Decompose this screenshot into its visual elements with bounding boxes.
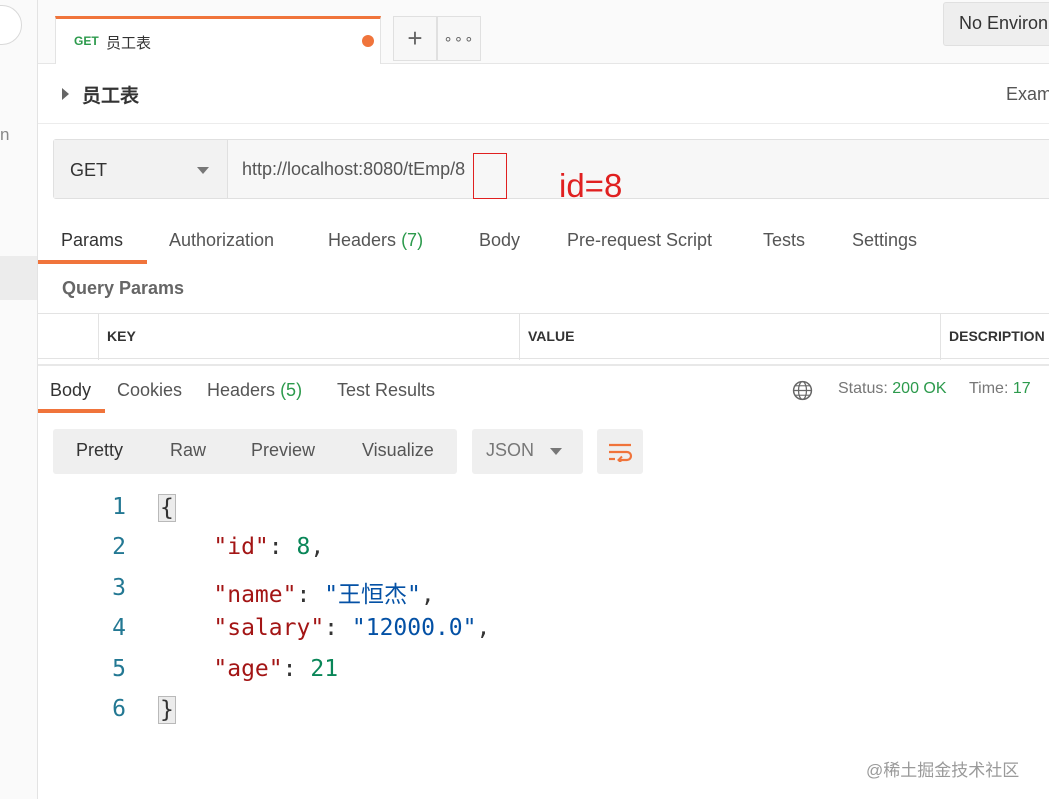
request-tabs: Params Authorization Headers (7) Body Pr… [38,222,1049,266]
code-text: "name": "王恒杰", [213,582,435,608]
tab-options-button[interactable]: ∘∘∘ [437,16,481,61]
code-line: 1 { [38,494,1049,534]
tab-authorization[interactable]: Authorization [169,230,274,251]
globe-icon[interactable] [792,380,813,401]
status-label: Status: [838,380,888,397]
method-select[interactable]: GET [54,140,228,198]
chevron-down-icon [197,167,209,174]
active-tab-indicator [38,260,147,264]
json-key: "id" [213,534,269,560]
column-header-value: VALUE [519,314,940,360]
tab-headers[interactable]: Headers (7) [328,230,423,251]
code-text: "id": 8, [213,534,325,560]
json-separator: , [310,534,325,560]
response-tab-headers-label: Headers [207,380,276,400]
json-separator: , [420,582,435,608]
code-line: 2 "id": 8, [38,534,1049,574]
query-params-table: KEY VALUE DESCRIPTION [38,313,1049,360]
response-tab-headers-count: (5) [280,380,303,400]
request-tab-name: 员工表 [106,35,152,52]
code-line: 3 "name": "王恒杰", [38,575,1049,615]
table-checkbox-column [38,314,98,360]
code-line: 5 "age": 21 [38,656,1049,696]
line-number: 2 [112,534,126,560]
request-tab[interactable]: GET 员工表 [55,16,381,64]
query-params-label: Query Params [62,278,185,298]
view-visualize[interactable]: Visualize [362,440,434,461]
code-text: { [158,494,176,522]
format-select-value: JSON [486,440,535,460]
caret-right-icon[interactable] [62,88,69,100]
response-tab-headers[interactable]: Headers (5) [207,380,302,401]
tab-headers-count: (7) [401,230,424,250]
method-select-value: GET [70,160,108,180]
json-key: "name" [213,582,297,608]
environment-selector[interactable]: No Environment [943,2,1049,46]
view-preview[interactable]: Preview [251,440,315,461]
tab-tests[interactable]: Tests [763,230,805,251]
tab-bar: GET 员工表 + ∘∘∘ No Environment [38,0,1049,64]
code-line: 4 "salary": "12000.0", [38,615,1049,655]
sidebar-selected-item[interactable] [0,256,37,300]
response-status: Status: 200 OK Time: 17 [838,380,1031,398]
wrap-lines-button[interactable] [597,429,643,474]
id-annotation: id=8 [559,167,623,204]
watermark: @稀土掘金技术社区 [866,761,1020,780]
view-raw[interactable]: Raw [170,440,206,461]
line-number: 6 [112,696,126,722]
new-tab-button[interactable]: + [393,16,437,61]
json-separator: , [476,615,491,641]
view-pretty[interactable]: Pretty [76,440,123,461]
request-title-row: 员工表 Exam [38,64,1049,124]
json-key: "age" [213,656,283,682]
unsaved-dot-icon [362,35,374,47]
matched-brace-open: { [158,494,176,522]
chevron-down-icon [550,448,562,455]
json-value: "王恒杰" [324,582,421,608]
line-number: 3 [112,575,126,601]
id-highlight-box [473,153,507,199]
line-number: 1 [112,494,126,520]
tab-headers-label: Headers [328,230,397,250]
line-number: 5 [112,656,126,682]
examples-link[interactable]: Exam [1006,84,1049,105]
response-tab-test-results[interactable]: Test Results [337,380,435,401]
active-response-tab-indicator [38,409,105,413]
response-body-code[interactable]: 1 { 2 "id": 8, 3 "name": "王恒杰", 4 "salar… [38,488,1049,738]
view-mode-bar: Pretty Raw Preview Visualize [53,429,457,474]
json-value: "12000.0" [351,615,477,641]
status-value: 200 OK [892,380,947,397]
column-header-key: KEY [98,314,520,360]
wrap-lines-icon [609,443,633,462]
request-title: 员工表 [82,86,140,107]
left-sidebar: n [0,0,38,799]
code-text: "salary": "12000.0", [213,615,491,641]
url-input[interactable] [228,140,1049,198]
code-text: "age": 21 [213,656,339,682]
sidebar-round-button[interactable] [0,5,22,45]
pane-splitter[interactable] [38,359,1049,366]
tab-prerequest-script[interactable]: Pre-request Script [567,230,712,251]
more-icon: ∘∘∘ [443,30,475,48]
line-number: 4 [112,615,126,641]
json-value: 8 [296,534,311,560]
matched-brace-close: } [158,696,176,724]
plus-icon: + [407,23,423,53]
code-text: } [158,696,176,724]
sidebar-text-fragment: n [0,125,10,144]
column-header-description: DESCRIPTION [940,314,1049,360]
code-line: 6 } [38,696,1049,736]
tab-params[interactable]: Params [61,230,123,251]
response-tab-body[interactable]: Body [50,380,91,401]
time-value: 17 [1012,380,1031,397]
tab-body[interactable]: Body [479,230,520,251]
json-key: "salary" [213,615,325,641]
json-value: 21 [310,656,339,682]
url-bar: GET [53,139,1049,199]
time-label: Time: [968,380,1009,397]
request-tab-method: GET [74,34,99,48]
response-tab-cookies[interactable]: Cookies [117,380,182,401]
format-select[interactable]: JSON [472,429,583,474]
tab-settings[interactable]: Settings [852,230,917,251]
